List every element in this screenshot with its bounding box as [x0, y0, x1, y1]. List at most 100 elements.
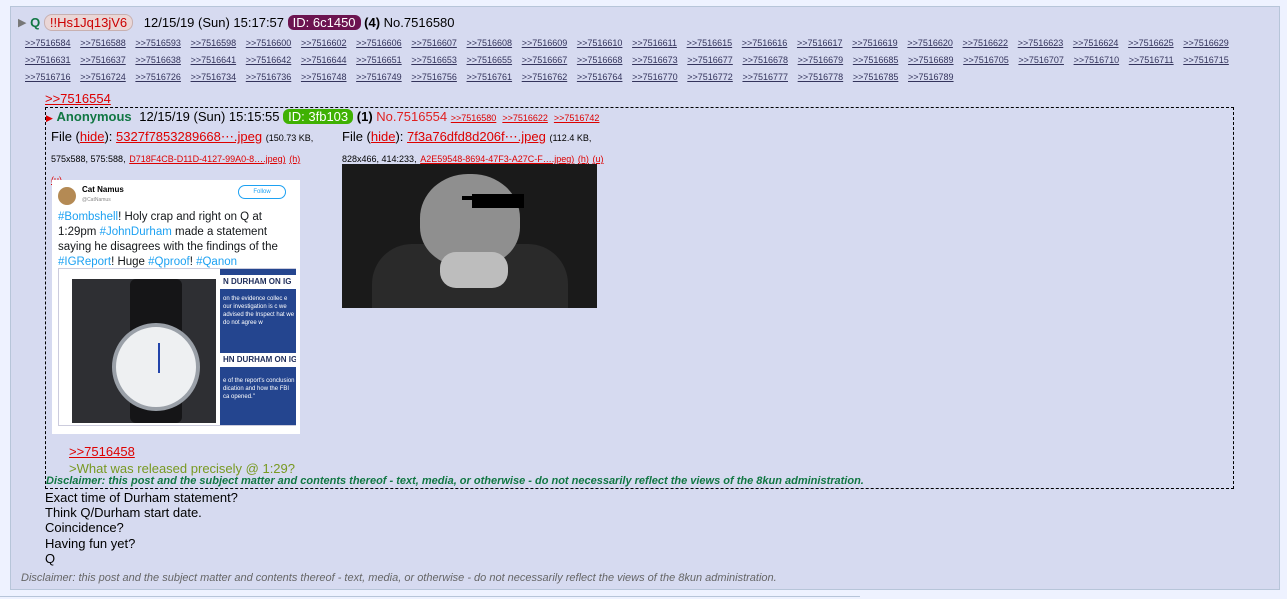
backlink[interactable]: >>7516756 [411, 72, 457, 82]
backlink[interactable]: >>7516742 [554, 113, 600, 123]
backlink[interactable]: >>7516631 [25, 55, 71, 65]
backlink[interactable]: >>7516716 [25, 72, 71, 82]
poster-id-badge[interactable]: ID: 6c1450 [287, 15, 361, 31]
backlink[interactable]: >>7516764 [577, 72, 623, 82]
backlink[interactable]: >>7516606 [356, 38, 402, 48]
backlink[interactable]: >>7516778 [798, 72, 844, 82]
meme-image-thumbnail[interactable] [342, 164, 597, 308]
file-size: (150.73 KB, [265, 133, 314, 143]
backlink[interactable]: >>7516705 [963, 55, 1009, 65]
hashtag: #Bombshell [58, 211, 119, 223]
backlink[interactable]: >>7516622 [502, 113, 548, 123]
backlink[interactable]: >>7516685 [853, 55, 899, 65]
file-name-link[interactable]: 5327f7853289668⋯.jpeg [116, 129, 262, 144]
file-h-link[interactable]: (h) [289, 154, 300, 164]
backlink[interactable]: >>7516711 [1129, 55, 1174, 65]
backlink[interactable]: >>7516637 [80, 55, 126, 65]
backlink[interactable]: >>7516600 [246, 38, 292, 48]
post-menu-arrow-icon[interactable]: ▶ [46, 113, 53, 123]
backlink[interactable]: >>7516679 [798, 55, 844, 65]
backlink[interactable]: >>7516642 [246, 55, 292, 65]
watch-face [112, 323, 200, 411]
file-size: (112.4 KB, [549, 133, 592, 143]
backlink[interactable]: >>7516609 [522, 38, 568, 48]
backlink[interactable]: >>7516619 [852, 38, 898, 48]
backlink[interactable]: >>7516762 [522, 72, 568, 82]
backlink[interactable]: >>7516678 [742, 55, 788, 65]
backlink[interactable]: >>7516588 [80, 38, 126, 48]
post-number[interactable]: No.7516580 [384, 15, 455, 30]
backlink[interactable]: >>7516734 [191, 72, 237, 82]
tweet-screenshot-thumbnail[interactable]: Cat Namus @CatNamus Follow #Bombshell! H… [52, 180, 300, 434]
id-post-count: (4) [364, 15, 381, 31]
backlink[interactable]: >>7516615 [687, 38, 733, 48]
file-u-link[interactable]: (u) [593, 154, 604, 164]
poster-name: Anonymous [56, 109, 132, 124]
backlink[interactable]: >>7516715 [1183, 55, 1229, 65]
original-filename-link[interactable]: A2E59548-8694-47F3-A27C-F….jpeg) [420, 154, 574, 164]
post-header: ▶ Q !!Hs1Jq13jV6 12/15/19 (Sun) 15:17:57… [18, 14, 1273, 32]
backlink[interactable]: >>7516602 [301, 38, 347, 48]
backlink[interactable]: >>7516673 [632, 55, 678, 65]
backlink[interactable]: >>7516726 [135, 72, 181, 82]
original-filename-link[interactable]: D718F4CB-D11D-4127-99A0-8….jpeg) [129, 154, 285, 164]
backlink[interactable]: >>7516617 [797, 38, 843, 48]
backlink[interactable]: >>7516611 [632, 38, 677, 48]
backlink[interactable]: >>7516789 [908, 72, 954, 82]
backlink[interactable]: >>7516607 [411, 38, 457, 48]
backlink[interactable]: >>7516710 [1074, 55, 1120, 65]
backlink[interactable]: >>7516770 [632, 72, 678, 82]
backlink[interactable]: >>7516749 [356, 72, 402, 82]
backlink[interactable]: >>7516761 [467, 72, 513, 82]
follow-button: Follow [238, 185, 286, 199]
avatar [58, 187, 76, 205]
backlink[interactable]: >>7516629 [1183, 38, 1229, 48]
tweet-author-handle: @CatNamus [82, 197, 111, 203]
backlink[interactable]: >>7516772 [687, 72, 733, 82]
backlink[interactable]: >>7516668 [577, 55, 623, 65]
backlink[interactable]: >>7516689 [908, 55, 954, 65]
backlink[interactable]: >>7516580 [451, 113, 497, 123]
backlink[interactable]: >>7516584 [25, 38, 71, 48]
post-disclaimer: Disclaimer: this post and the subject ma… [21, 572, 777, 584]
backlink[interactable]: >>7516653 [411, 55, 457, 65]
post-menu-arrow-icon[interactable]: ▶ [18, 17, 26, 29]
backlink[interactable]: >>7516593 [135, 38, 181, 48]
backlink[interactable]: >>7516620 [907, 38, 953, 48]
backlink[interactable]: >>7516641 [191, 55, 237, 65]
backlink[interactable]: >>7516622 [963, 38, 1009, 48]
backlink[interactable]: >>7516624 [1073, 38, 1119, 48]
backlink[interactable]: >>7516777 [742, 72, 788, 82]
backlink[interactable]: >>7516608 [467, 38, 513, 48]
backlink[interactable]: >>7516736 [246, 72, 292, 82]
backlink[interactable]: >>7516655 [467, 55, 513, 65]
body-line: Think Q/Durham start date. [45, 505, 202, 521]
hide-file-link[interactable]: hide [80, 129, 105, 144]
reply-link[interactable]: >>7516458 [69, 444, 135, 459]
backlink[interactable]: >>7516638 [135, 55, 181, 65]
backlink[interactable]: >>7516667 [522, 55, 568, 65]
post-date: 12/15/19 (Sun) 15:17:57 [143, 15, 285, 31]
watch-hand [158, 343, 160, 373]
backlink[interactable]: >>7516724 [80, 72, 126, 82]
backlink[interactable]: >>7516625 [1128, 38, 1174, 48]
post-number[interactable]: No.7516554 [376, 109, 447, 124]
file-name-link[interactable]: 7f3a76dfd8d206f⋯.jpeg [407, 129, 546, 144]
hide-file-link[interactable]: hide [371, 129, 396, 144]
body-line: Coincidence? [45, 520, 124, 536]
quoted-post: ▶ Anonymous 12/15/19 (Sun) 15:15:55 ID: … [45, 107, 1234, 489]
backlink[interactable]: >>7516651 [356, 55, 402, 65]
poster-id-badge[interactable]: ID: 3fb103 [283, 109, 354, 124]
backlink[interactable]: >>7516707 [1018, 55, 1064, 65]
backlink[interactable]: >>7516616 [742, 38, 788, 48]
backlink[interactable]: >>7516598 [191, 38, 237, 48]
backlink[interactable]: >>7516623 [1018, 38, 1064, 48]
news-caption: e of the report's conclusion dication an… [223, 378, 295, 400]
file-h-link[interactable]: (h) [578, 154, 589, 164]
backlink[interactable]: >>7516785 [853, 72, 899, 82]
backlink[interactable]: >>7516677 [687, 55, 733, 65]
backlink[interactable]: >>7516610 [577, 38, 623, 48]
quote-link[interactable]: >>7516554 [45, 91, 111, 106]
backlink[interactable]: >>7516644 [301, 55, 347, 65]
backlink[interactable]: >>7516748 [301, 72, 347, 82]
